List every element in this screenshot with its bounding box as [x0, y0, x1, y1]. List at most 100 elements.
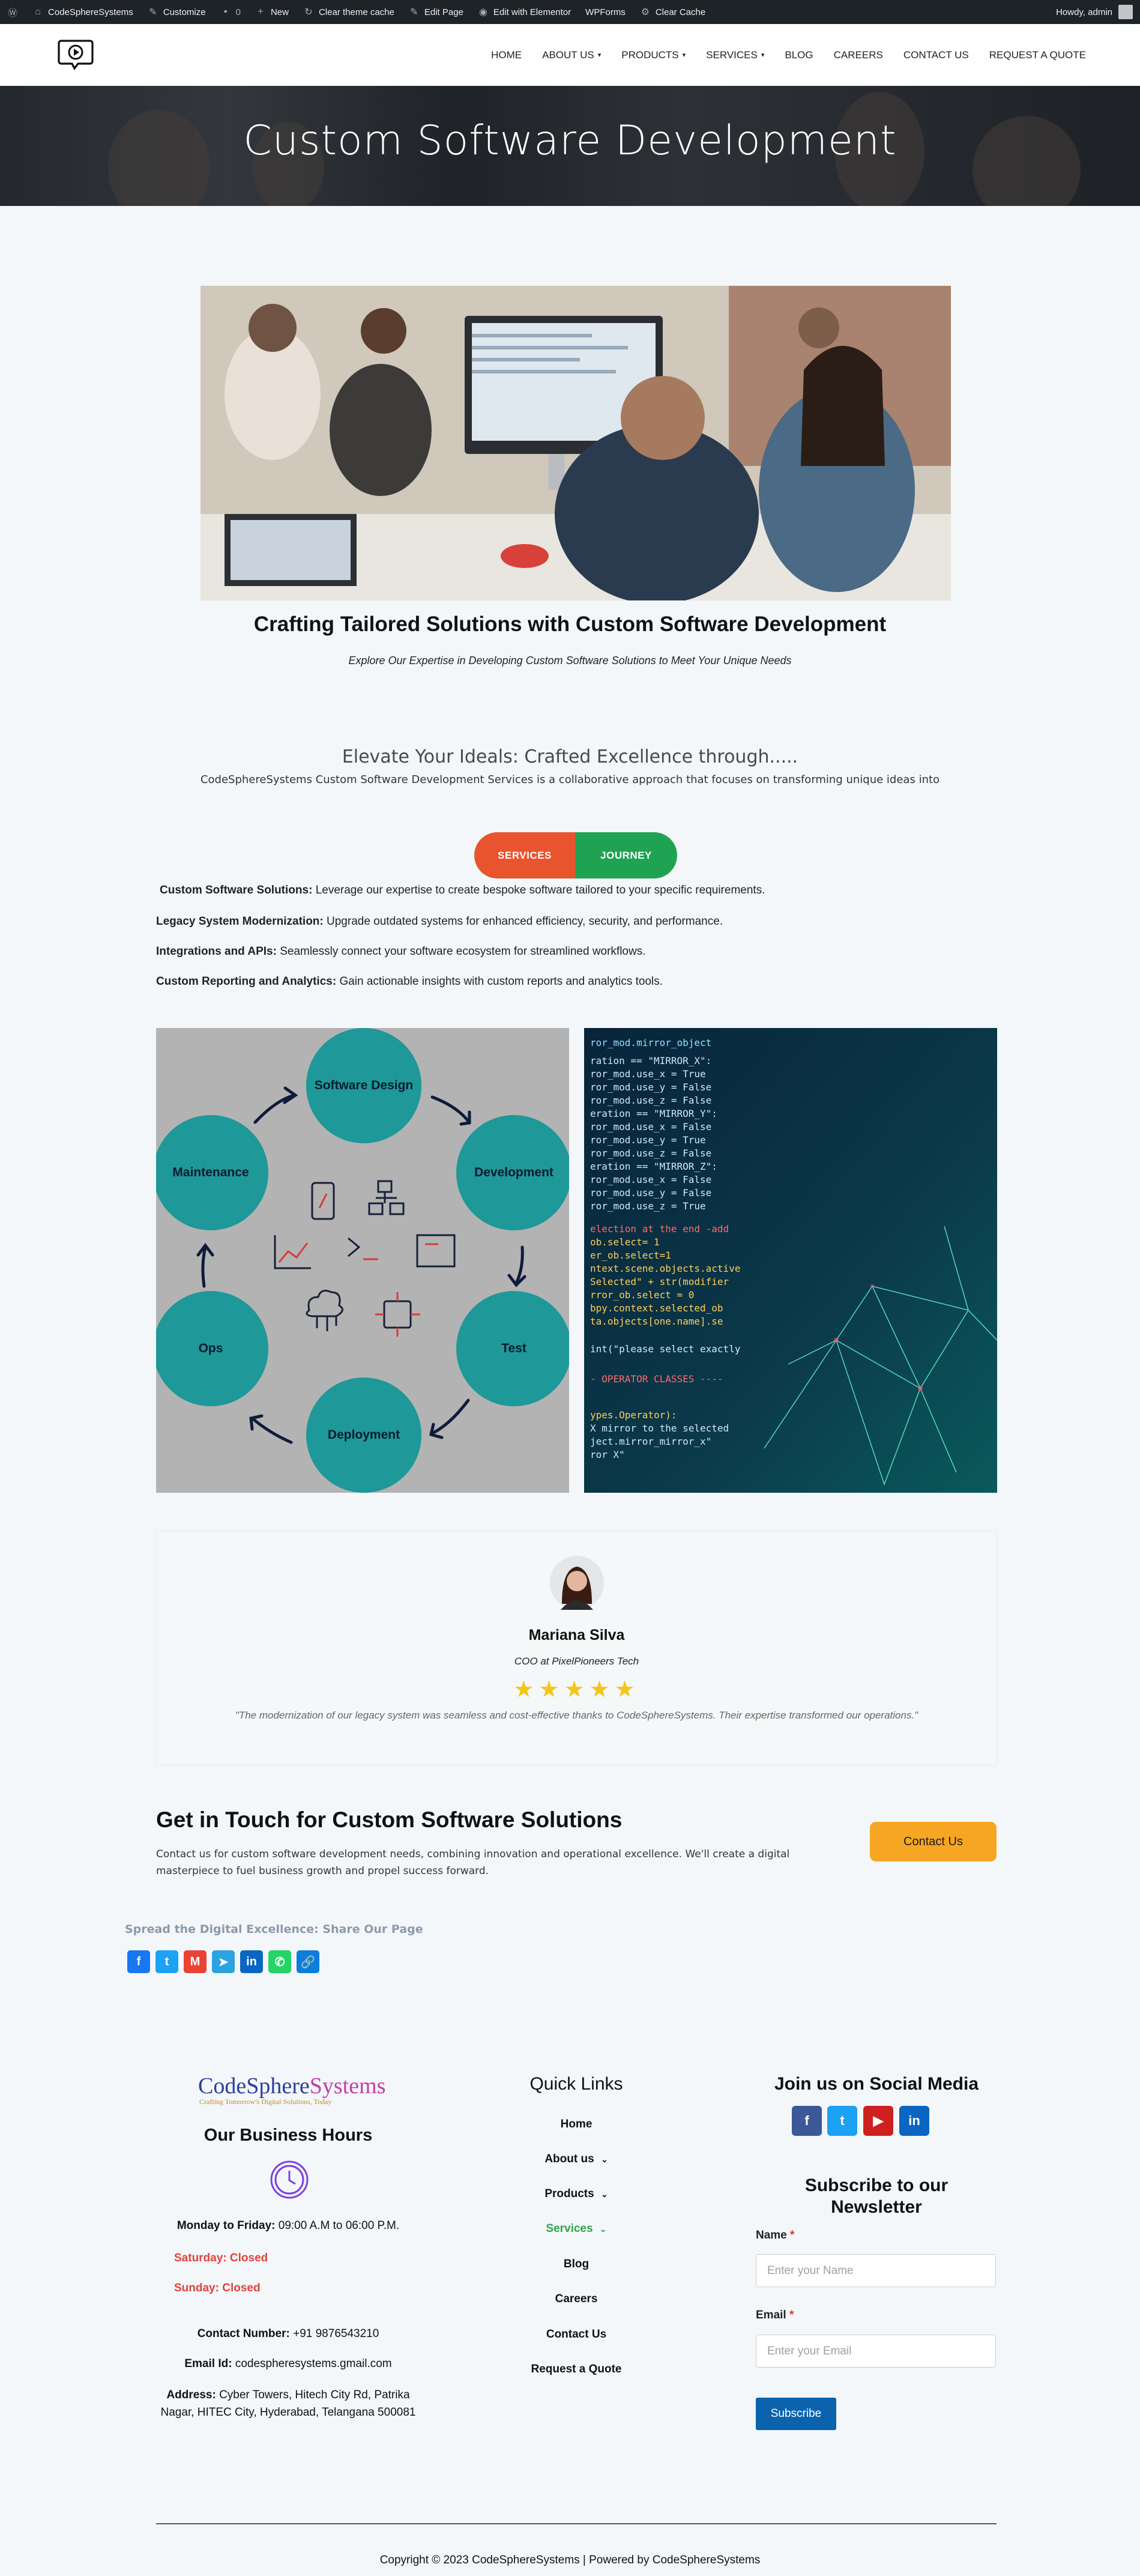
footer-link-home[interactable]: Home — [456, 2118, 696, 2131]
nav-blog[interactable]: BLOG — [774, 49, 823, 61]
testimonial-quote: "The modernization of our legacy system … — [235, 1710, 918, 1721]
footer-link-blog[interactable]: Blog — [456, 2258, 696, 2271]
cycle-node-ops: Ops — [156, 1291, 268, 1406]
svg-text:ror X": ror X" — [590, 1449, 625, 1460]
footer-link-quote[interactable]: Request a Quote — [456, 2363, 696, 2376]
edit-page-link[interactable]: ✎ Edit Page — [409, 6, 463, 18]
services-toggle-button[interactable]: SERVICES — [474, 832, 575, 878]
clock-icon — [270, 2160, 309, 2199]
caret-down-icon: ▾ — [682, 52, 686, 59]
refresh-icon: ↻ — [304, 7, 313, 17]
nav-home[interactable]: HOME — [481, 49, 532, 61]
footer-link-products[interactable]: Products ⌄ — [456, 2187, 696, 2201]
comments-link[interactable]: ▪ 0 — [220, 7, 241, 17]
chevron-down-icon: ⌄ — [600, 2189, 608, 2199]
svg-text:eration == "MIRROR_Z":: eration == "MIRROR_Z": — [590, 1161, 717, 1172]
sunday-hours: Sunday: Closed — [174, 2282, 261, 2294]
feature-item: Custom Reporting and Analytics: Gain act… — [156, 975, 663, 988]
copy-link-share-icon[interactable]: 🔗 — [297, 1950, 319, 1973]
facebook-share-icon[interactable]: f — [127, 1950, 150, 1973]
svg-text:ject.mirror_mirror_x": ject.mirror_mirror_x" — [590, 1436, 711, 1447]
svg-text:ypes.Operator):: ypes.Operator): — [590, 1409, 677, 1421]
brush-icon: ✎ — [149, 7, 157, 17]
svg-text:election at the end -add: election at the end -add — [590, 1223, 729, 1235]
svg-text:ror_mod.use_z = False: ror_mod.use_z = False — [590, 1095, 711, 1106]
cycle-node-development: Development — [456, 1115, 569, 1230]
footer-logo-tagline: Crafting Tomorrow's Digital Solutions, T… — [199, 2097, 332, 2106]
nav-services[interactable]: SERVICES ▾ — [696, 49, 774, 61]
contact-us-button[interactable]: Contact Us — [870, 1822, 997, 1861]
svg-text:ror_mod.use_x = False: ror_mod.use_x = False — [590, 1174, 711, 1185]
testimonial-card: Mariana Silva COO at PixelPioneers Tech … — [156, 1531, 997, 1765]
testimonial-name: Mariana Silva — [528, 1627, 625, 1643]
footer-link-services[interactable]: Services ⌄ — [456, 2222, 696, 2236]
footer-divider — [156, 2523, 997, 2524]
svg-text:ob.select= 1: ob.select= 1 — [590, 1236, 660, 1248]
share-heading: Spread the Digital Excellence: Share Our… — [125, 1923, 423, 1936]
main-navigation: HOME ABOUT US ▾ PRODUCTS ▾ SERVICES ▾ BLOG … — [481, 24, 1096, 86]
nav-careers[interactable]: CAREERS — [824, 49, 893, 61]
svg-text:ror_mod.use_z = True: ror_mod.use_z = True — [590, 1200, 706, 1212]
team-photo-image — [201, 286, 951, 600]
quick-links-heading: Quick Links — [529, 2074, 623, 2094]
business-hours-heading: Our Business Hours — [204, 2126, 373, 2145]
edit-elementor-link[interactable]: ◉ Edit with Elementor — [478, 6, 571, 18]
twitter-share-icon[interactable]: t — [155, 1950, 178, 1973]
avatar — [550, 1556, 604, 1610]
svg-text:int("please select exactly: int("please select exactly — [590, 1343, 741, 1355]
email-input[interactable]: Enter your Email — [756, 2335, 996, 2368]
youtube-icon[interactable]: ▶ — [863, 2106, 893, 2136]
svg-text:ration == "MIRROR_X":: ration == "MIRROR_X": — [590, 1055, 711, 1066]
contact-number: Contact Number: +91 9876543210 — [197, 2327, 379, 2340]
feature-item: Integrations and APIs: Seamlessly connec… — [156, 945, 646, 958]
svg-text:ror_mod.use_x = True: ror_mod.use_x = True — [590, 1068, 706, 1080]
social-heading: Join us on Social Media — [774, 2074, 979, 2094]
linkedin-icon[interactable]: in — [899, 2106, 929, 2136]
cycle-node-test: Test — [456, 1291, 569, 1406]
svg-text:er_ob.select=1: er_ob.select=1 — [590, 1250, 671, 1261]
svg-text:ror_mod.mirror_object: ror_mod.mirror_object — [590, 1037, 711, 1048]
newsletter-heading: Subscribe to our Newsletter — [804, 2175, 948, 2217]
nav-about-us[interactable]: ABOUT US ▾ — [532, 49, 611, 61]
contact-text: Contact us for custom software developme… — [156, 1848, 790, 1877]
whatsapp-share-icon[interactable]: ✆ — [268, 1950, 291, 1973]
nav-request-quote[interactable]: REQUEST A QUOTE — [979, 49, 1096, 61]
journey-toggle-button[interactable]: JOURNEY — [575, 832, 677, 878]
site-name-link[interactable]: ⌂ CodeSphereSystems — [32, 7, 133, 17]
nav-contact-us[interactable]: CONTACT US — [893, 49, 979, 61]
facebook-icon[interactable]: f — [792, 2106, 822, 2136]
linkedin-share-icon[interactable]: in — [240, 1950, 263, 1973]
wpforms-link[interactable]: WPForms — [585, 7, 626, 17]
wordpress-menu[interactable]: Ⓦ — [7, 5, 18, 19]
saturday-hours: Saturday: Closed — [174, 2252, 268, 2264]
site-header: HOME ABOUT US ▾ PRODUCTS ▾ SERVICES ▾ BLOG … — [0, 24, 1140, 86]
clear-cache-link[interactable]: ⚙ Clear Cache — [640, 6, 706, 18]
caret-down-icon: ▾ — [597, 52, 602, 59]
footer-link-careers[interactable]: Careers — [456, 2293, 696, 2306]
code-screen-illustration: ror_mod.mirror_object ration == "MIRROR_… — [584, 1028, 997, 1493]
footer-link-about[interactable]: About us ⌄ — [456, 2153, 696, 2166]
contact-email: Email Id: codespheresystems.gmail.com — [184, 2357, 392, 2370]
pencil-icon: ✎ — [410, 7, 418, 17]
name-field-label: Name * — [756, 2229, 795, 2242]
new-content-link[interactable]: + New — [255, 7, 289, 17]
feature-item: Custom Software Solutions: Leverage our … — [160, 884, 765, 896]
avatar — [1118, 5, 1133, 19]
svg-text:rror_ob.select = 0: rror_ob.select = 0 — [590, 1289, 694, 1301]
twitter-icon[interactable]: t — [827, 2106, 857, 2136]
account-menu[interactable]: Howdy, admin — [1056, 5, 1133, 19]
footer-link-contact[interactable]: Contact Us — [456, 2328, 696, 2341]
gmail-share-icon[interactable]: M — [184, 1950, 207, 1973]
clear-theme-cache-link[interactable]: ↻ Clear theme cache — [303, 6, 394, 18]
site-logo-icon[interactable] — [56, 37, 95, 71]
svg-text:ror_mod.use_x = False: ror_mod.use_x = False — [590, 1121, 711, 1132]
telegram-share-icon[interactable]: ➤ — [212, 1950, 235, 1973]
intro-heading: Crafting Tailored Solutions with Custom … — [253, 612, 887, 636]
name-input[interactable]: Enter your Name — [756, 2254, 996, 2287]
subscribe-button[interactable]: Subscribe — [756, 2398, 836, 2430]
customize-link[interactable]: ✎ Customize — [148, 6, 206, 18]
footer-logo[interactable]: CodeSphereSystems — [198, 2073, 385, 2099]
svg-text:- OPERATOR CLASSES ----: - OPERATOR CLASSES ---- — [590, 1373, 723, 1385]
testimonial-role: COO at PixelPioneers Tech — [514, 1655, 639, 1667]
nav-products[interactable]: PRODUCTS ▾ — [611, 49, 696, 61]
